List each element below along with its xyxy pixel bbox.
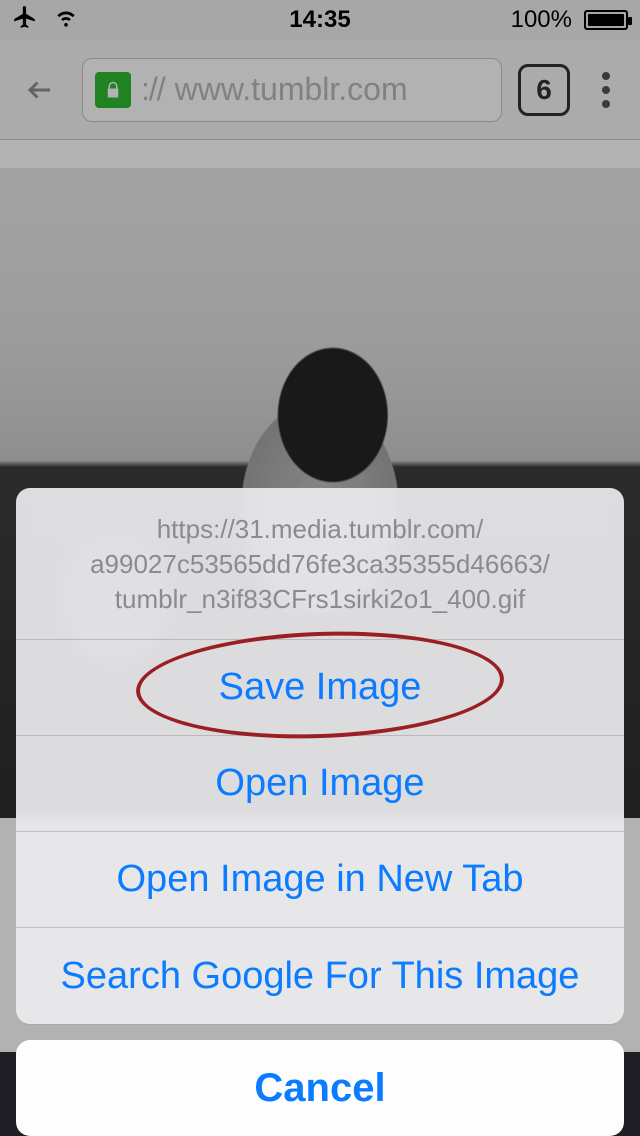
sheet-url-line2: a99027c53565dd76fe3ca35355d46663/ [36,547,604,582]
cancel-button[interactable]: Cancel [16,1040,624,1136]
action-sheet: https://31.media.tumblr.com/ a99027c5356… [16,488,624,1136]
action-sheet-title: https://31.media.tumblr.com/ a99027c5356… [16,488,624,640]
sheet-url-line3: tumblr_n3if83CFrs1sirki2o1_400.gif [36,582,604,617]
open-image-new-tab-button[interactable]: Open Image in New Tab [16,832,624,928]
sheet-url-line1: https://31.media.tumblr.com/ [36,512,604,547]
open-image-button[interactable]: Open Image [16,736,624,832]
search-google-image-button[interactable]: Search Google For This Image [16,928,624,1024]
save-image-button[interactable]: Save Image [16,640,624,736]
screen: 14:35 100% :// www.tumblr.com 6 [0,0,640,1136]
